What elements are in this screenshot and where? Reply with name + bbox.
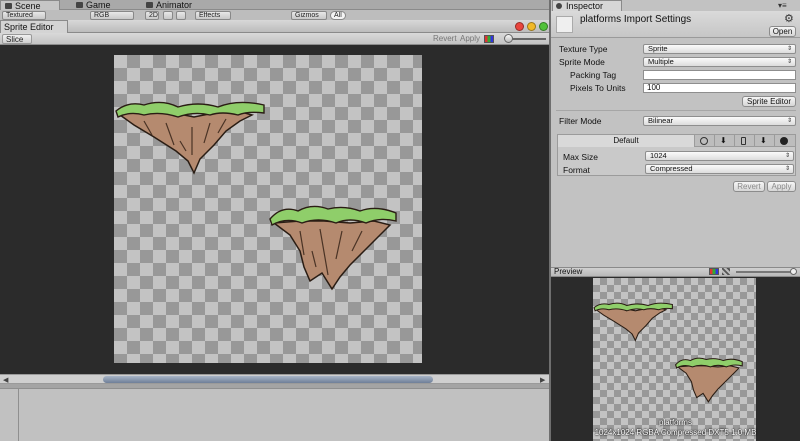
tab-game[interactable]: Game <box>72 0 132 10</box>
max-size-dropdown[interactable]: 1024 ⇕ <box>645 151 794 161</box>
platform-sprites <box>115 101 397 291</box>
apply-button[interactable]: Apply <box>457 34 483 44</box>
filter-mode-dropdown[interactable]: Bilinear ⇕ <box>643 116 796 126</box>
floating-island-sprite-2[interactable] <box>269 205 397 291</box>
format-value: Compressed <box>650 164 693 173</box>
panel-divider <box>18 389 19 441</box>
animator-icon <box>146 2 153 8</box>
2d-toggle[interactable]: 2D <box>145 11 159 20</box>
minimize-window-icon[interactable] <box>527 22 536 31</box>
sprite-editor-tab[interactable]: Sprite Editor <box>0 20 68 33</box>
shading-mode-dropdown[interactable]: Textured <box>2 11 46 20</box>
maximize-window-icon[interactable] <box>539 22 548 31</box>
texture-asset-icon <box>556 16 573 33</box>
chevron-updown-icon: ⇕ <box>784 153 790 159</box>
scroll-left-icon[interactable]: ◀ <box>3 376 8 384</box>
tab-default-platform[interactable]: Default <box>558 135 694 147</box>
lower-panel <box>0 384 549 441</box>
sprite-mode-dropdown[interactable]: Multiple ⇕ <box>643 57 796 67</box>
chevron-updown-icon: ⇕ <box>786 59 792 65</box>
info-icon <box>556 3 562 9</box>
tab-inspector-label: Inspector <box>566 1 604 11</box>
preview-platform-sprites <box>593 302 743 403</box>
zoom-slider-track[interactable] <box>510 38 546 40</box>
sprite-editor-toolbar: Slice ▾ Revert Apply <box>0 33 549 53</box>
panel-menu-icon[interactable]: ▾≡ <box>778 1 787 10</box>
zoom-slider-handle[interactable] <box>504 34 513 43</box>
preview-island-1 <box>593 302 673 342</box>
chevron-updown-icon: ⇕ <box>784 166 790 172</box>
sprite-editor-button[interactable]: Sprite Editor <box>742 96 796 107</box>
gizmos-dropdown[interactable]: Gizmos <box>291 11 327 20</box>
format-dropdown[interactable]: Compressed ⇕ <box>645 164 794 174</box>
floating-island-sprite-1[interactable] <box>115 101 265 175</box>
tab-game-label: Game <box>86 0 111 10</box>
texture-type-value: Sprite <box>648 44 668 53</box>
sprite-canvas[interactable] <box>0 45 549 374</box>
scroll-right-icon[interactable]: ▶ <box>540 376 545 384</box>
effects-dropdown[interactable]: Effects <box>195 11 231 20</box>
render-mode-dropdown[interactable]: RGB <box>90 11 134 20</box>
preview-mip-handle[interactable] <box>790 268 797 275</box>
tab-scene[interactable]: Scene <box>0 0 60 11</box>
preview-area <box>551 277 800 441</box>
preview-island-2 <box>674 357 743 403</box>
chevron-updown-icon: ⇕ <box>786 118 792 124</box>
preview-texture <box>593 278 756 441</box>
preview-caption-info: 1024x1024 RGBA Compressed DXT5 1.0 MB <box>594 428 757 437</box>
texture-type-dropdown[interactable]: Sprite ⇕ <box>643 44 796 54</box>
preview-caption-name: platforms <box>659 418 692 427</box>
audio-toggle[interactable] <box>176 11 186 20</box>
max-size-label: Max Size <box>563 152 598 162</box>
download-icon: ⬇ <box>720 136 727 145</box>
slice-dropdown[interactable]: Slice ▾ <box>2 34 32 53</box>
horizontal-scrollbar[interactable]: ◀ ▶ <box>0 374 549 384</box>
tab-animator[interactable]: Animator <box>142 0 212 10</box>
scene-icon <box>5 3 12 9</box>
close-window-icon[interactable] <box>515 22 524 31</box>
preview-title: Preview <box>554 267 583 276</box>
scrollbar-thumb[interactable] <box>103 376 433 383</box>
revert-button[interactable]: Revert <box>430 34 460 44</box>
sprite-mode-value: Multiple <box>648 57 674 66</box>
pixels-to-units-field[interactable]: 100 <box>643 83 796 93</box>
gear-icon[interactable]: ⚙ <box>784 12 794 25</box>
color-channel-icon[interactable] <box>484 35 494 43</box>
preview-mip-slider[interactable] <box>736 271 794 273</box>
tab-animator-label: Animator <box>156 0 193 10</box>
editor-tab-strip: Scene Game Animator <box>0 0 549 11</box>
chevron-updown-icon: ⇕ <box>786 46 792 52</box>
pixels-to-units-label: Pixels To Units <box>570 83 626 93</box>
slice-label: Slice <box>6 35 24 44</box>
texture-preview <box>114 55 422 363</box>
download-icon-2: ⬇ <box>760 136 767 145</box>
sprite-editor-titlebar <box>0 20 549 33</box>
phone-icon <box>741 137 746 145</box>
blackberry-icon <box>780 137 788 145</box>
sprite-mode-label: Sprite Mode <box>559 57 605 67</box>
game-icon <box>76 2 83 8</box>
texture-type-label: Texture Type <box>559 44 608 54</box>
preview-channel-icon[interactable] <box>709 268 719 275</box>
filter-mode-value: Bilinear <box>648 116 674 125</box>
packing-tag-label: Packing Tag <box>570 70 617 80</box>
scene-search-input[interactable]: All <box>330 11 346 20</box>
divider <box>556 110 796 111</box>
lower-panel-header <box>0 384 549 389</box>
format-label: Format <box>563 165 590 175</box>
globe-icon <box>700 137 708 145</box>
inspector-revert-button[interactable]: Revert <box>733 181 765 192</box>
max-size-value: 1024 <box>650 151 667 160</box>
lighting-toggle[interactable] <box>163 11 173 20</box>
inspector-apply-button[interactable]: Apply <box>767 181 796 192</box>
open-button[interactable]: Open <box>769 26 796 37</box>
filter-mode-label: Filter Mode <box>559 116 602 126</box>
tab-inspector[interactable]: Inspector <box>552 0 622 11</box>
inspector-title: platforms Import Settings <box>580 14 692 25</box>
preview-alpha-icon[interactable] <box>722 268 730 275</box>
packing-tag-field[interactable] <box>643 70 796 80</box>
